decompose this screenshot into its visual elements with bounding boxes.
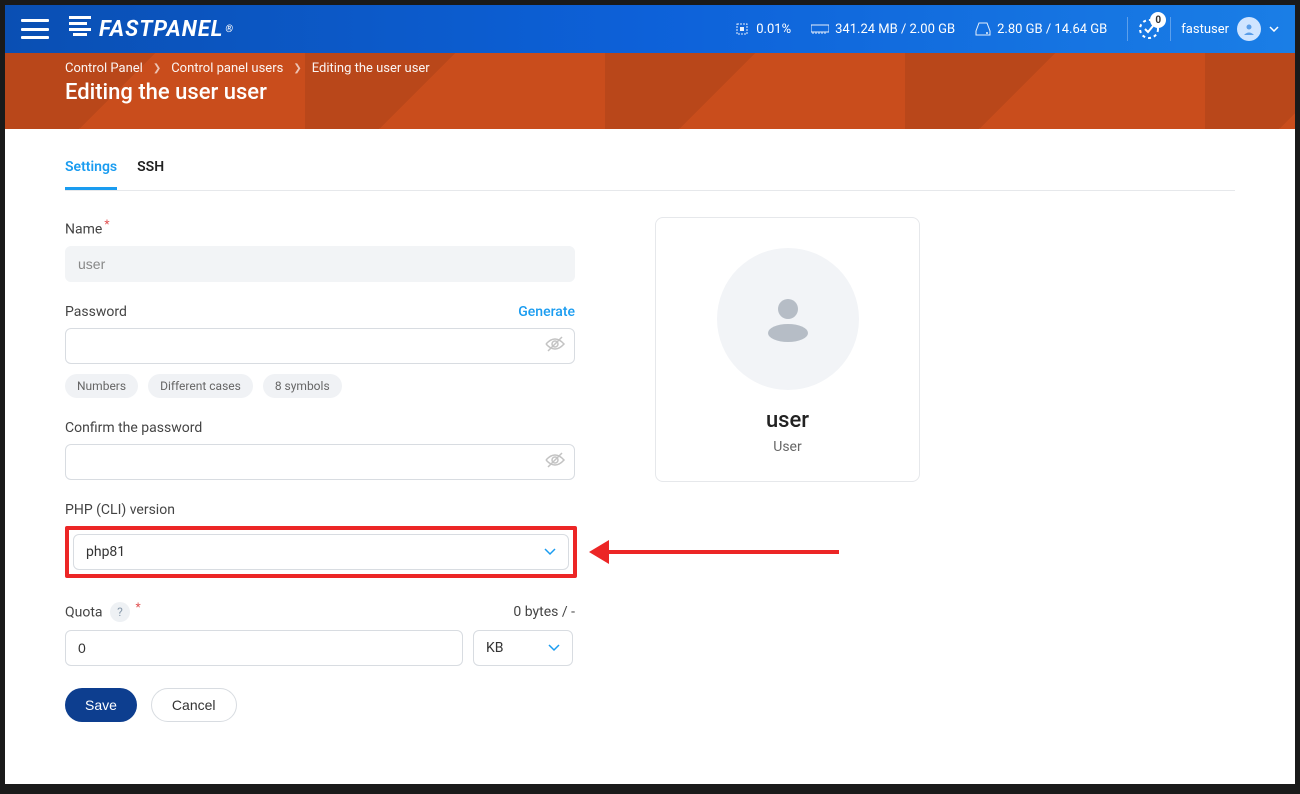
toggle-visibility-icon[interactable] (545, 452, 565, 472)
php-cli-value: php81 (86, 544, 125, 560)
logo-icon (69, 16, 91, 42)
avatar-large-icon (717, 248, 859, 390)
chevron-right-icon: ❯ (293, 63, 301, 74)
divider (1127, 17, 1128, 41)
quota-usage: 0 bytes / - (513, 604, 575, 620)
disk-value: 2.80 GB / 14.64 GB (997, 22, 1107, 37)
quota-unit-select[interactable]: KB (473, 630, 573, 666)
tasks-count-badge: 0 (1150, 12, 1166, 28)
name-input[interactable] (65, 246, 575, 282)
chip-cases: Different cases (148, 374, 253, 398)
tab-ssh[interactable]: SSH (137, 149, 164, 190)
memory-value: 341.24 MB / 2.00 GB (835, 22, 955, 37)
disk-icon (975, 22, 991, 36)
profile-name: user (766, 408, 809, 433)
memory-icon (811, 23, 829, 35)
field-quota: Quota ? * 0 bytes / - KB (65, 600, 575, 667)
field-password: Password Generate Numbers Different case… (65, 304, 575, 398)
tab-settings[interactable]: Settings (65, 149, 117, 190)
password-input[interactable] (65, 328, 575, 364)
chip-length: 8 symbols (263, 374, 342, 398)
form-column: Name* Password Generate (65, 217, 575, 722)
profile-card: user User (655, 217, 920, 482)
php-cli-select[interactable]: php81 (73, 534, 569, 570)
cpu-stat[interactable]: 0.01% (734, 21, 791, 37)
chevron-down-icon (1269, 26, 1279, 32)
hero: Control Panel ❯ Control panel users ❯ Ed… (5, 53, 1295, 129)
confirm-password-label: Confirm the password (65, 420, 202, 436)
topbar: FASTPANEL ® 0.01% 341.24 MB / 2.00 GB 2.… (5, 5, 1295, 53)
help-icon[interactable]: ? (110, 602, 130, 622)
annotation-arrow (589, 540, 839, 564)
page-title: Editing the user user (65, 80, 1235, 105)
app-frame: FASTPANEL ® 0.01% 341.24 MB / 2.00 GB 2.… (5, 5, 1295, 784)
user-menu[interactable]: fastuser (1181, 17, 1279, 41)
breadcrumb-link-root[interactable]: Control Panel (65, 61, 143, 76)
username: fastuser (1181, 22, 1229, 37)
cpu-value: 0.01% (756, 22, 791, 37)
confirm-password-input[interactable] (65, 444, 575, 480)
chevron-right-icon: ❯ (153, 63, 161, 74)
save-button[interactable]: Save (65, 688, 137, 722)
chip-numbers: Numbers (65, 374, 138, 398)
menu-toggle-icon[interactable] (21, 19, 49, 39)
cancel-button[interactable]: Cancel (151, 688, 237, 722)
registered-icon: ® (225, 24, 234, 35)
quota-unit-value: KB (486, 640, 504, 656)
cpu-icon (734, 21, 750, 37)
tabs: Settings SSH (65, 149, 1235, 191)
divider (1170, 17, 1171, 41)
chevron-down-icon (548, 640, 560, 656)
memory-stat[interactable]: 341.24 MB / 2.00 GB (811, 22, 955, 37)
field-confirm-password: Confirm the password (65, 420, 575, 480)
generate-password-link[interactable]: Generate (518, 304, 575, 320)
field-name: Name* (65, 217, 575, 282)
disk-stat[interactable]: 2.80 GB / 14.64 GB (975, 22, 1107, 37)
quota-label: Quota ? * (65, 600, 141, 623)
breadcrumb-current: Editing the user user (312, 61, 430, 76)
annotation-highlight: php81 (65, 526, 577, 578)
password-label: Password (65, 304, 127, 320)
logo[interactable]: FASTPANEL ® (69, 16, 234, 42)
breadcrumb-link-users[interactable]: Control panel users (171, 61, 283, 76)
tasks-button[interactable]: 0 (1138, 18, 1160, 40)
breadcrumb: Control Panel ❯ Control panel users ❯ Ed… (65, 61, 1235, 76)
php-cli-label: PHP (CLI) version (65, 502, 175, 518)
chevron-down-icon (544, 544, 556, 560)
form-actions: Save Cancel (65, 688, 575, 722)
logo-text: FASTPANEL (99, 17, 223, 42)
name-label: Name* (65, 217, 109, 238)
quota-input[interactable] (65, 630, 463, 666)
avatar-icon (1237, 17, 1261, 41)
profile-role: User (773, 439, 801, 455)
content: Settings SSH Name* Password (5, 129, 1295, 752)
toggle-visibility-icon[interactable] (545, 336, 565, 356)
password-hints: Numbers Different cases 8 symbols (65, 374, 575, 398)
field-php-cli: PHP (CLI) version php81 (65, 502, 575, 578)
